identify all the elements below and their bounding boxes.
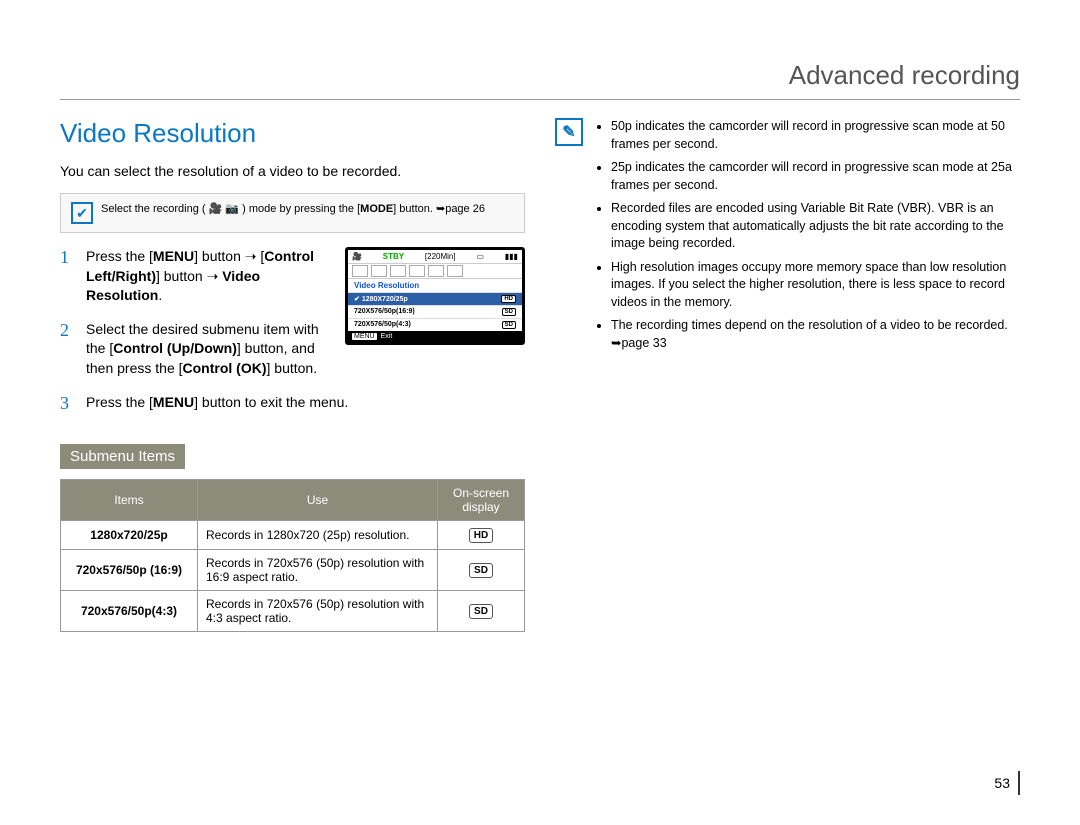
sd-badge: SD: [469, 604, 493, 619]
page-header: Advanced recording: [60, 60, 1020, 100]
section-title: Video Resolution: [60, 118, 525, 149]
photo-icon: 📷: [225, 203, 239, 215]
list-item: The recording times depend on the resolu…: [611, 317, 1020, 352]
section-intro: You can select the resolution of a video…: [60, 163, 525, 179]
check-icon: ✔: [71, 202, 93, 224]
mode-note: ✔ Select the recording ( 🎥 📷 ) mode by p…: [60, 193, 525, 233]
battery-icon: ▮▮▮: [505, 252, 518, 261]
note-icon: ✎: [555, 118, 583, 146]
list-item: 25p indicates the camcorder will record …: [611, 159, 1020, 194]
submenu-table: Items Use On-screen display 1280x720/25p…: [60, 479, 525, 632]
lcd-preview: 🎥 STBY [220Min] ▭ ▮▮▮ Video Resolution ✔…: [345, 247, 525, 345]
table-row: 720x576/50p(4:3) Records in 720x576 (50p…: [61, 590, 525, 631]
lcd-badge: SD: [502, 308, 516, 316]
lcd-item: ✔ 1280X720/25p HD: [348, 292, 522, 305]
hd-badge: HD: [469, 528, 493, 543]
lcd-icon-row: [348, 263, 522, 279]
list-item: Recorded files are encoded using Variabl…: [611, 200, 1020, 253]
lcd-time: [220Min]: [425, 252, 456, 261]
page-number: 53: [994, 771, 1020, 795]
submenu-heading: Submenu Items: [60, 444, 185, 469]
step-number: 2: [60, 320, 76, 379]
list-item: High resolution images occupy more memor…: [611, 259, 1020, 312]
lcd-bottom-bar: MENU Exit: [348, 331, 522, 342]
step-body: Press the [MENU] button to exit the menu…: [86, 393, 525, 414]
note-text: Select the recording ( 🎥 📷 ) mode by pre…: [101, 202, 485, 215]
table-row: 1280x720/25p Records in 1280x720 (25p) r…: [61, 520, 525, 549]
col-use: Use: [198, 479, 438, 520]
table-row: 720x576/50p (16:9) Records in 720x576 (5…: [61, 549, 525, 590]
col-items: Items: [61, 479, 198, 520]
step-number: 3: [60, 393, 76, 414]
list-item: 50p indicates the camcorder will record …: [611, 118, 1020, 153]
sd-badge: SD: [469, 563, 493, 578]
menu-btn-icon: MENU: [352, 333, 377, 340]
lcd-menu-title: Video Resolution: [348, 279, 522, 292]
record-icon: 🎥: [352, 252, 362, 261]
col-display: On-screen display: [438, 479, 525, 520]
step-number: 1: [60, 247, 76, 306]
notes-list: 50p indicates the camcorder will record …: [593, 118, 1020, 358]
lcd-badge: SD: [502, 321, 516, 329]
card-icon: ▭: [476, 252, 484, 261]
video-icon: 🎥: [209, 203, 223, 215]
lcd-stby: STBY: [383, 252, 404, 261]
lcd-item: 720X576/50p(4:3) SD: [348, 318, 522, 331]
lcd-item: 720X576/50p(16:9) SD: [348, 305, 522, 318]
lcd-badge: HD: [501, 295, 516, 303]
